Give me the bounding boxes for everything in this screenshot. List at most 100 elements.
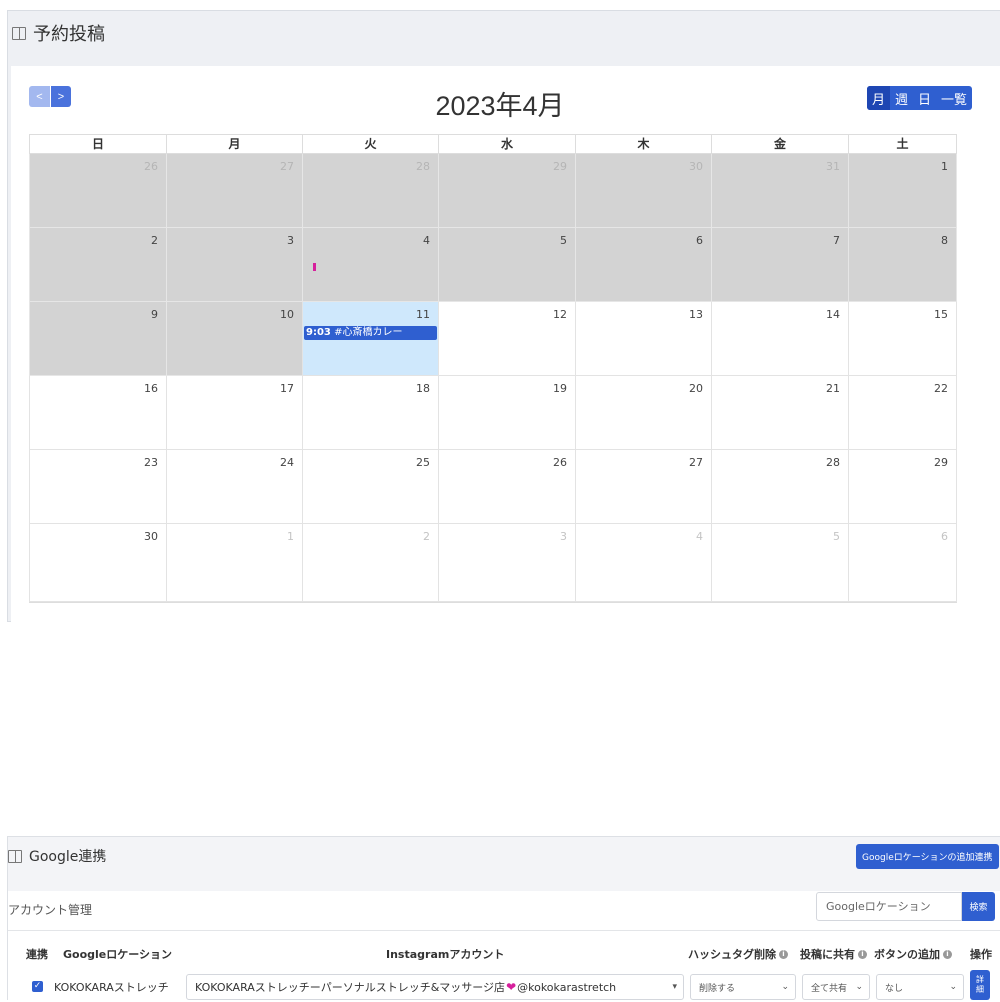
calendar-day-cell[interactable]: 6 [848,524,957,602]
event-title: #心斎橋カレー [334,327,403,338]
calendar-day-cell[interactable]: 13 [575,302,711,376]
weekday-mon: 月 [166,135,302,154]
button-add-select[interactable]: なし ⌄ [876,974,964,1000]
day-number: 28 [826,456,840,469]
day-number: 5 [833,530,840,543]
calendar-day-cell[interactable]: 21 [711,376,848,450]
post-marker[interactable] [313,263,316,271]
day-number: 11 [416,308,430,321]
view-list-button[interactable]: 一覧 [936,86,972,110]
calendar-day-cell[interactable]: 16 [29,376,166,450]
calendar-day-cell[interactable]: 10 [166,302,302,376]
calendar-day-cell[interactable]: 31 [711,154,848,228]
calendar-day-cell[interactable]: 5 [711,524,848,602]
info-icon[interactable]: i [858,949,867,959]
instagram-account-handle: @kokokarastretch [517,980,617,994]
book-icon [12,26,26,40]
day-number: 22 [934,382,948,395]
calendar-week-row: 23 24 25 26 27 28 29 [29,450,957,524]
calendar-event[interactable]: 9:03 #心斎橋カレー [304,326,437,340]
day-number: 24 [280,456,294,469]
col-button-label: ボタンの追加 [874,948,940,961]
calendar-day-cell[interactable]: 24 [166,450,302,524]
calendar-day-cell[interactable]: 26 [438,450,575,524]
calendar-day-cell[interactable]: 27 [166,154,302,228]
day-number: 7 [833,234,840,247]
day-number: 30 [689,160,703,173]
calendar-day-cell[interactable]: 3 [166,228,302,302]
calendar-day-cell[interactable]: 25 [302,450,438,524]
calendar-day-cell[interactable]: 2 [302,524,438,602]
detail-button[interactable]: 詳 細 [970,970,990,1000]
day-number: 3 [560,530,567,543]
account-management-label: アカウント管理 [8,903,93,917]
ribbon-heart-icon: ❤ [506,980,517,994]
calendar-day-cell[interactable]: 6 [575,228,711,302]
day-number: 27 [689,456,703,469]
chevron-down-icon: ⌄ [949,982,957,992]
calendar-day-cell[interactable]: 17 [166,376,302,450]
add-location-button[interactable]: Googleロケーションの追加連携 [856,844,999,869]
day-number: 17 [280,382,294,395]
calendar-day-cell[interactable]: 30 [29,524,166,602]
prev-month-button[interactable]: < [29,86,50,107]
hashtag-delete-select[interactable]: 削除する ⌄ [690,974,796,1000]
day-number: 26 [553,456,567,469]
col-location: Googleロケーション [63,948,173,961]
calendar-day-cell[interactable]: 7 [711,228,848,302]
calendar-day-cell[interactable]: 4 [575,524,711,602]
calendar-day-cell[interactable]: 4 [302,228,438,302]
calendar-day-cell[interactable]: 2 [29,228,166,302]
calendar-week-row: 30 1 2 3 4 5 6 [29,524,957,603]
calendar-day-cell[interactable]: 8 [848,228,957,302]
day-number: 13 [689,308,703,321]
calendar-day-cell[interactable]: 18 [302,376,438,450]
day-number: 5 [560,234,567,247]
calendar-day-cell[interactable]: 3 [438,524,575,602]
calendar-day-cell[interactable]: 30 [575,154,711,228]
calendar-day-cell[interactable]: 9 [29,302,166,376]
calendar-day-cell[interactable]: 5 [438,228,575,302]
calendar-day-cell[interactable]: 23 [29,450,166,524]
google-title: Google連携 [29,849,107,865]
calendar-day-cell[interactable]: 14 [711,302,848,376]
calendar-day-cell[interactable]: 15 [848,302,957,376]
view-day-button[interactable]: 日 [913,86,936,110]
calendar-day-cell[interactable]: 26 [29,154,166,228]
day-number: 8 [941,234,948,247]
calendar-day-cell[interactable]: 28 [302,154,438,228]
calendar-day-cell[interactable]: 29 [848,450,957,524]
calendar-day-cell[interactable]: 12 [438,302,575,376]
day-number: 4 [696,530,703,543]
instagram-account-name: KOKOKARAストレッチーパーソナルストレッチ&マッサージ店 [195,981,506,994]
day-number: 23 [144,456,158,469]
calendar-day-cell[interactable]: 28 [711,450,848,524]
link-checkbox[interactable]: ✓ [32,981,43,992]
location-search-input[interactable] [816,892,962,921]
calendar-day-cell[interactable]: 1 [848,154,957,228]
view-week-button[interactable]: 週 [890,86,913,110]
calendar-day-cell[interactable]: 19 [438,376,575,450]
calendar-day-cell[interactable]: 22 [848,376,957,450]
google-panel: Google連携 Googleロケーションの追加連携 アカウント管理 検索 連携… [7,836,1000,1001]
calendar-day-cell[interactable]: 11 9:03 #心斎橋カレー [302,302,438,376]
chevron-down-icon: ▾ [672,982,677,992]
day-number: 6 [696,234,703,247]
info-icon[interactable]: i [779,949,788,959]
instagram-account-select[interactable]: KOKOKARAストレッチーパーソナルストレッチ&マッサージ店 ❤ @kokokar… [186,974,684,1000]
weekday-sat: 土 [848,135,957,154]
calendar-week-row: 2 3 4 5 6 7 8 [29,228,957,302]
search-button[interactable]: 検索 [962,892,995,921]
calendar-day-cell[interactable]: 29 [438,154,575,228]
day-number: 29 [934,456,948,469]
next-month-button[interactable]: > [50,86,71,107]
share-select[interactable]: 全て共有 ⌄ [802,974,870,1000]
day-number: 28 [416,160,430,173]
info-icon[interactable]: i [943,949,952,959]
view-switcher: 月 週 日 一覧 [867,86,973,110]
calendar-day-cell[interactable]: 20 [575,376,711,450]
reservation-title: 予約投稿 [33,24,105,45]
view-month-button[interactable]: 月 [867,86,891,110]
calendar-day-cell[interactable]: 1 [166,524,302,602]
calendar-day-cell[interactable]: 27 [575,450,711,524]
